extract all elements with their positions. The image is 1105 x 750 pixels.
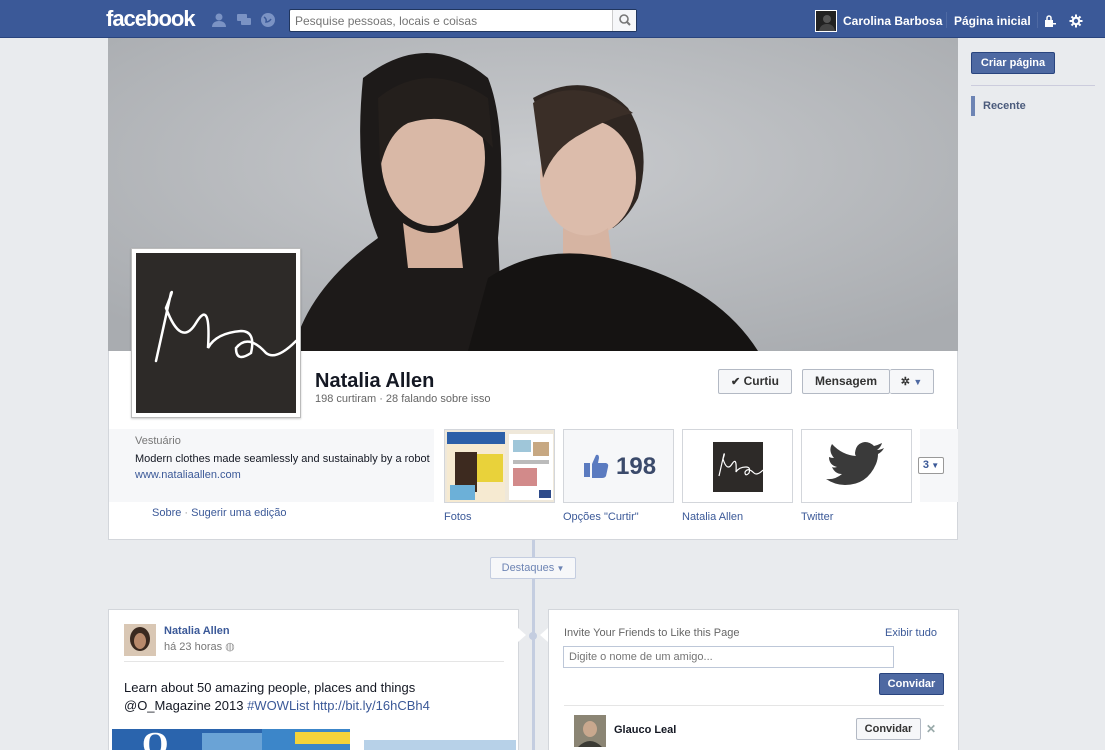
- hashtag-link[interactable]: #WOWList: [247, 698, 309, 713]
- show-all-link[interactable]: Exibir tudo: [885, 627, 937, 639]
- top-bar-divider: [946, 12, 947, 28]
- twitter-bird-icon: [826, 442, 886, 493]
- about-description: Modern clothes made seamlessly and susta…: [135, 451, 430, 483]
- user-avatar[interactable]: [815, 10, 837, 32]
- invite-title: Invite Your Friends to Like this Page: [564, 627, 740, 639]
- right-rail: [959, 38, 1105, 750]
- app-natalia-allen[interactable]: [682, 429, 793, 503]
- post-body: Learn about 50 amazing people, places an…: [124, 679, 504, 715]
- invite-button[interactable]: Convidar: [879, 673, 944, 695]
- post-author-avatar[interactable]: [124, 624, 156, 656]
- post-pointer: [518, 628, 526, 642]
- highlights-dropdown[interactable]: Destaques ▼: [490, 557, 576, 579]
- settings-gear-icon[interactable]: [1069, 14, 1085, 30]
- create-page-button[interactable]: Criar página: [971, 52, 1055, 74]
- friend-avatar[interactable]: [574, 715, 606, 747]
- about-text: Modern clothes made seamlessly and susta…: [135, 453, 430, 465]
- facebook-logo[interactable]: facebook: [106, 6, 196, 32]
- post-timestamp[interactable]: há 23 horas ◍: [164, 640, 235, 653]
- messages-icon[interactable]: [236, 12, 252, 28]
- liked-button[interactable]: ✔ Curtiu: [718, 369, 792, 394]
- post-image-secondary[interactable]: [364, 740, 516, 750]
- chevron-down-icon: ▼: [554, 564, 565, 573]
- post-divider: [124, 661, 504, 662]
- page-title: Natalia Allen: [315, 370, 435, 392]
- recent-link[interactable]: Recente: [971, 96, 1026, 116]
- post-url-link[interactable]: http://bit.ly/16hCBh4: [313, 698, 430, 713]
- website-link[interactable]: www.nataliaallen.com: [135, 469, 241, 481]
- globe-icon: ◍: [225, 641, 235, 653]
- profile-picture[interactable]: [131, 248, 301, 418]
- gear-icon: ✲: [900, 376, 910, 388]
- more-apps-button[interactable]: 3 ▼: [918, 457, 944, 474]
- timeline-dot: [529, 632, 537, 640]
- about-links: Sobre · Sugerir uma edição: [152, 507, 287, 519]
- top-bar: facebook Carolina Barbosa Página inicial: [0, 0, 1105, 38]
- invite-pointer: [540, 628, 548, 642]
- home-link[interactable]: Página inicial: [954, 14, 1031, 28]
- invite-friend-button[interactable]: Convidar: [856, 718, 921, 740]
- na-logo-thumb: [713, 442, 764, 492]
- search-input[interactable]: [290, 10, 610, 31]
- app-likes[interactable]: 198: [563, 429, 674, 503]
- top-bar-divider: [1037, 12, 1038, 28]
- app-twitter[interactable]: [801, 429, 912, 503]
- suggest-edit-link[interactable]: Sugerir uma edição: [191, 507, 286, 519]
- friend-requests-icon[interactable]: [211, 12, 227, 28]
- message-button[interactable]: Mensagem: [802, 369, 890, 394]
- page-stats: 198 curtiram · 28 falando sobre isso: [315, 393, 491, 405]
- invite-divider: [564, 705, 944, 706]
- privacy-lock-icon[interactable]: [1043, 14, 1059, 30]
- user-name-link[interactable]: Carolina Barbosa: [843, 14, 942, 28]
- notifications-globe-icon[interactable]: [260, 12, 276, 28]
- close-icon[interactable]: ✕: [926, 722, 936, 736]
- chevron-down-icon: ▼: [913, 377, 923, 387]
- likes-count: 198: [616, 453, 657, 480]
- highlights-label: Destaques: [501, 562, 555, 574]
- na-logo: [136, 253, 298, 413]
- svg-text:O: O: [142, 729, 168, 750]
- post-author-name[interactable]: Natalia Allen: [164, 625, 230, 637]
- about-link[interactable]: Sobre: [152, 507, 181, 519]
- liked-label: Curtiu: [743, 374, 779, 388]
- app-photos[interactable]: [444, 429, 555, 503]
- app-natalia-label[interactable]: Natalia Allen: [682, 511, 743, 523]
- app-photos-label[interactable]: Fotos: [444, 511, 472, 523]
- page-options-button[interactable]: ✲ ▼: [890, 369, 934, 394]
- rail-divider: [971, 85, 1095, 86]
- chevron-down-icon: ▼: [928, 461, 940, 470]
- search-button[interactable]: [612, 10, 636, 31]
- post-image-magazine[interactable]: O: [112, 729, 350, 750]
- search-box: [289, 9, 637, 32]
- friend-name[interactable]: Glauco Leal: [614, 724, 676, 736]
- search-icon: [619, 14, 631, 26]
- friend-name-input[interactable]: [563, 646, 894, 668]
- app-twitter-label[interactable]: Twitter: [801, 511, 833, 523]
- app-likes-label[interactable]: Opções "Curtir": [563, 511, 639, 523]
- checkmark-icon: ✔: [731, 376, 741, 388]
- post-time-text: há 23 horas: [164, 641, 223, 653]
- page-category: Vestuário: [135, 435, 181, 447]
- thumbs-up-icon: [582, 452, 610, 483]
